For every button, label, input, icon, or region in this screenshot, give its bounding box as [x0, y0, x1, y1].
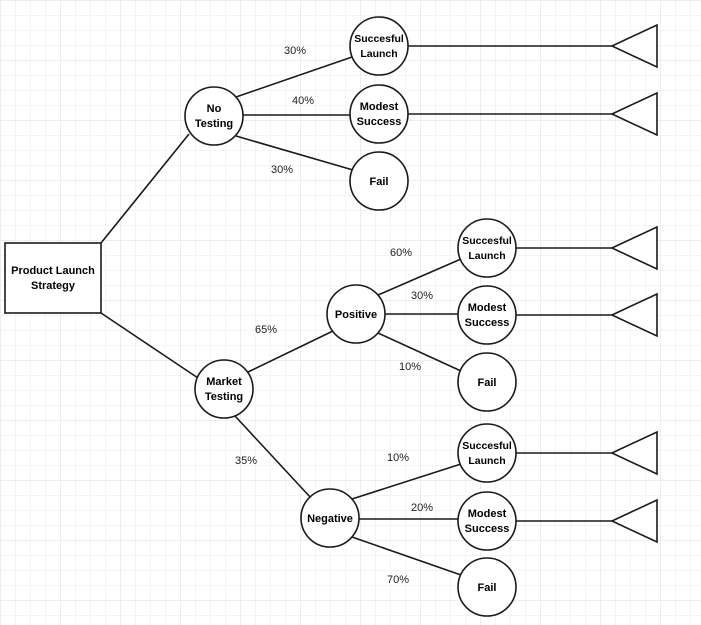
edge-label-pos-to-modest: 30% [411, 290, 433, 302]
node-pos-modest-label-line2: Success [465, 317, 510, 329]
node-no-testing[interactable] [184, 86, 244, 146]
node-neg-fail-label: Fail [478, 582, 497, 594]
node-pos-success-label-line2: Launch [468, 250, 505, 262]
edge-root-to-no-testing [100, 133, 190, 244]
edge-root-to-market-testing [100, 312, 199, 379]
edge-label-nt-to-modest: 40% [292, 95, 314, 107]
node-no-testing-label-line2: Testing [195, 118, 233, 130]
node-neg-modest-label-line1: Modest [468, 508, 507, 520]
edge-nt-to-fail [235, 135, 354, 171]
node-nt-success-label-line2: Launch [360, 48, 397, 60]
node-no-testing-label-line1: No [207, 103, 222, 115]
node-pos-fail-label: Fail [478, 377, 497, 389]
node-neg-modest-label-line2: Success [465, 523, 510, 535]
node-neg-success[interactable] [457, 423, 517, 483]
node-nt-success-label-line1: Succesful [354, 33, 404, 45]
node-positive-label: Positive [335, 309, 377, 321]
node-root[interactable] [4, 242, 102, 314]
node-market-testing-label-line1: Market [206, 376, 242, 388]
node-nt-modest[interactable] [349, 84, 409, 144]
node-pos-modest-label-line1: Modest [468, 302, 507, 314]
node-nt-fail-label: Fail [370, 176, 389, 188]
edge-label-mt-to-positive: 65% [255, 324, 277, 336]
node-pos-success-label-line1: Succesful [462, 235, 512, 247]
node-nt-modest-label-line2: Success [357, 116, 402, 128]
node-root-label-line1: Product Launch [11, 265, 95, 277]
edge-nt-to-success [235, 56, 353, 98]
node-nt-modest-label-line1: Modest [360, 101, 399, 113]
edge-label-pos-to-fail: 10% [399, 361, 421, 373]
edge-label-mt-to-negative: 35% [235, 455, 257, 467]
node-neg-success-label-line1: Succesful [462, 440, 512, 452]
edges-group [100, 56, 462, 576]
decision-tree-svg: Product Launch Strategy No Testing Market Tes… [4, 16, 658, 617]
nodes-group: Product Launch Strategy No Testing Market Tes… [4, 16, 517, 617]
node-market-testing[interactable] [194, 359, 254, 419]
edge-mt-to-positive [245, 329, 336, 374]
node-neg-modest[interactable] [457, 491, 517, 551]
node-neg-success-label-line2: Launch [468, 455, 505, 467]
edge-label-neg-to-fail: 70% [387, 574, 409, 586]
node-root-label-line2: Strategy [31, 280, 76, 292]
node-pos-modest[interactable] [457, 285, 517, 345]
edge-neg-to-fail [351, 536, 462, 576]
terminal-triangle-term-neg-success[interactable] [610, 430, 658, 476]
node-market-testing-label-line2: Testing [205, 391, 243, 403]
edge-label-pos-to-success: 60% [390, 247, 412, 259]
edge-neg-to-success [351, 463, 462, 500]
terminal-triangle-term-pos-modest[interactable] [610, 292, 658, 338]
terminal-triangles-group [610, 23, 658, 544]
node-pos-success[interactable] [457, 218, 517, 278]
terminal-triangle-term-nt-success[interactable] [610, 23, 658, 69]
node-nt-success[interactable] [349, 16, 409, 76]
edge-label-nt-to-fail: 30% [271, 164, 293, 176]
edge-label-neg-to-success: 10% [387, 452, 409, 464]
decision-tree-canvas: Product Launch Strategy No Testing Market Tes… [0, 0, 701, 625]
terminal-triangle-term-neg-modest[interactable] [610, 498, 658, 544]
terminal-triangle-term-nt-modest[interactable] [610, 91, 658, 137]
edge-label-neg-to-modest: 20% [411, 502, 433, 514]
edge-label-nt-to-success: 30% [284, 45, 306, 57]
terminal-triangle-term-pos-success[interactable] [610, 225, 658, 271]
node-negative-label: Negative [307, 513, 353, 525]
